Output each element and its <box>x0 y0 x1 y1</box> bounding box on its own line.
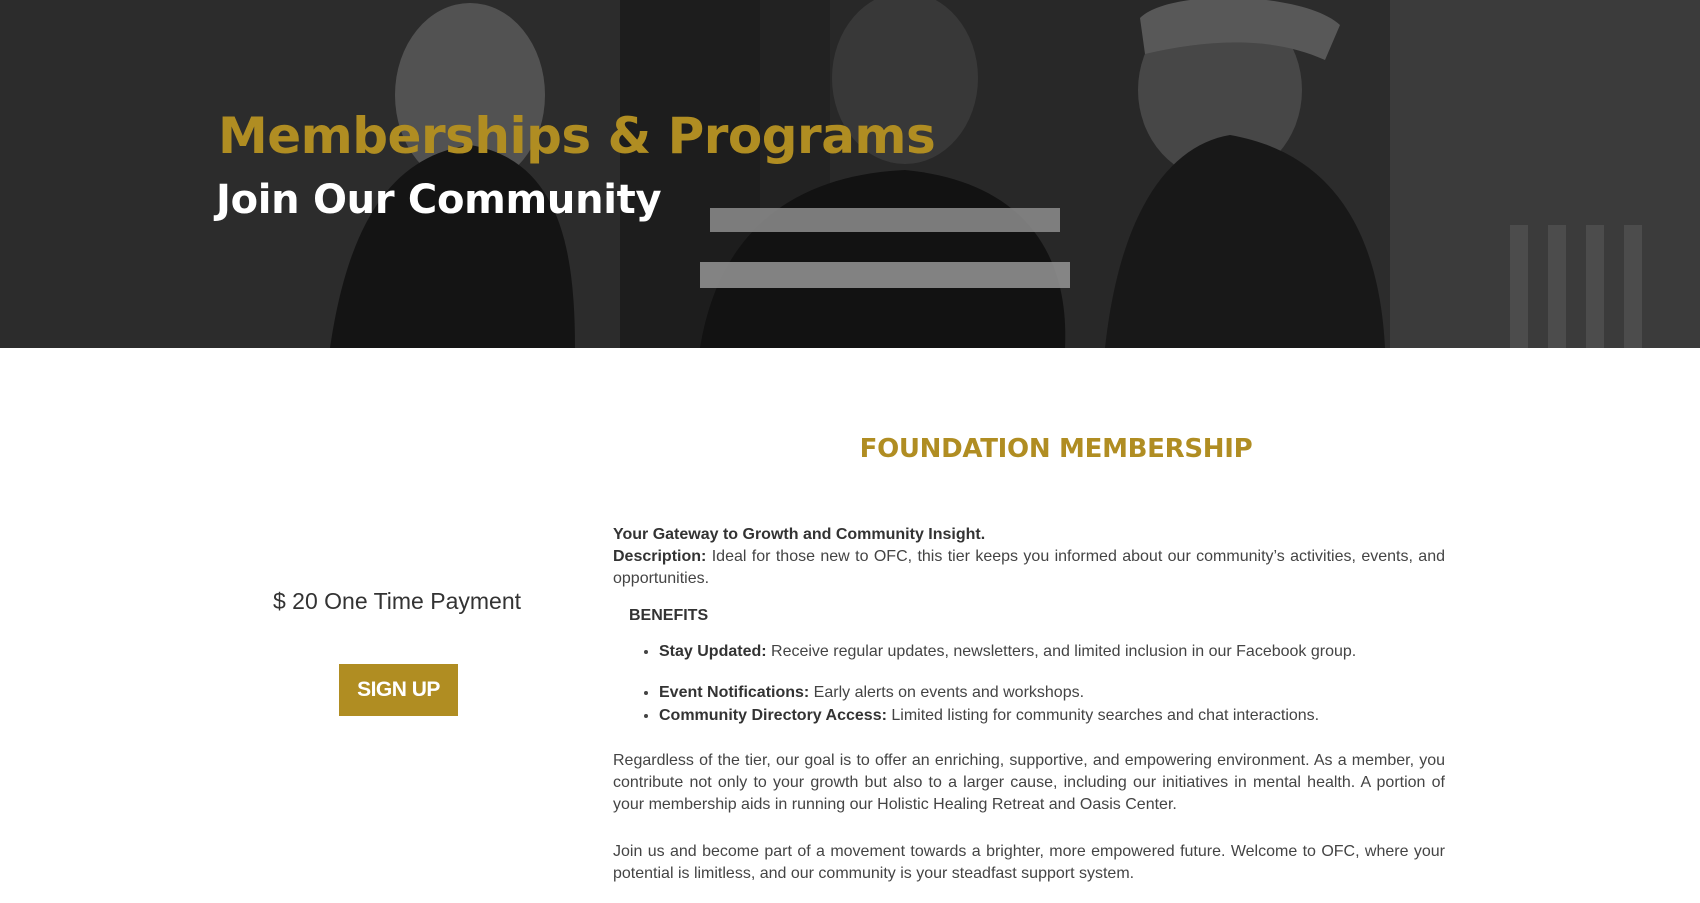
hero-banner: Memberships & Programs Join Our Communit… <box>0 0 1700 348</box>
membership-tagline: Your Gateway to Growth and Community Ins… <box>613 526 986 543</box>
benefit-text: Early alerts on events and workshops. <box>809 684 1085 701</box>
membership-details: Your Gateway to Growth and Community Ins… <box>613 524 1445 885</box>
description-text: Ideal for those new to OFC, this tier ke… <box>613 548 1445 587</box>
benefit-label: Event Notifications: <box>659 684 810 701</box>
benefit-item-stay-updated: Stay Updated: Receive regular updates, n… <box>659 640 1445 663</box>
benefit-label: Community Directory Access: <box>659 707 887 724</box>
membership-price: $ 20 One Time Payment <box>272 588 521 614</box>
benefits-list: Stay Updated: Receive regular updates, n… <box>613 640 1445 727</box>
page-subtitle: Join Our Community <box>216 177 662 223</box>
benefit-item-event-notifications: Event Notifications: Early alerts on eve… <box>659 681 1445 704</box>
description-label: Description: <box>613 548 707 565</box>
membership-description: Description: Ideal for those new to OFC,… <box>613 546 1445 590</box>
signup-button[interactable]: SIGN UP <box>339 664 458 716</box>
membership-closing-paragraph: Join us and become part of a movement to… <box>613 843 1445 882</box>
benefit-item-community-directory: Community Directory Access: Limited list… <box>659 704 1445 727</box>
page-title: Memberships & Programs <box>218 107 936 165</box>
benefit-text: Limited listing for community searches a… <box>886 707 1320 724</box>
benefit-label: Stay Updated: <box>659 643 767 660</box>
membership-impact-paragraph: Regardless of the tier, our goal is to o… <box>613 752 1445 813</box>
benefit-text: Receive regular updates, newsletters, an… <box>766 643 1357 660</box>
membership-title: FOUNDATION MEMBERSHIP <box>859 434 1253 464</box>
benefits-heading: BENEFITS <box>629 607 709 624</box>
